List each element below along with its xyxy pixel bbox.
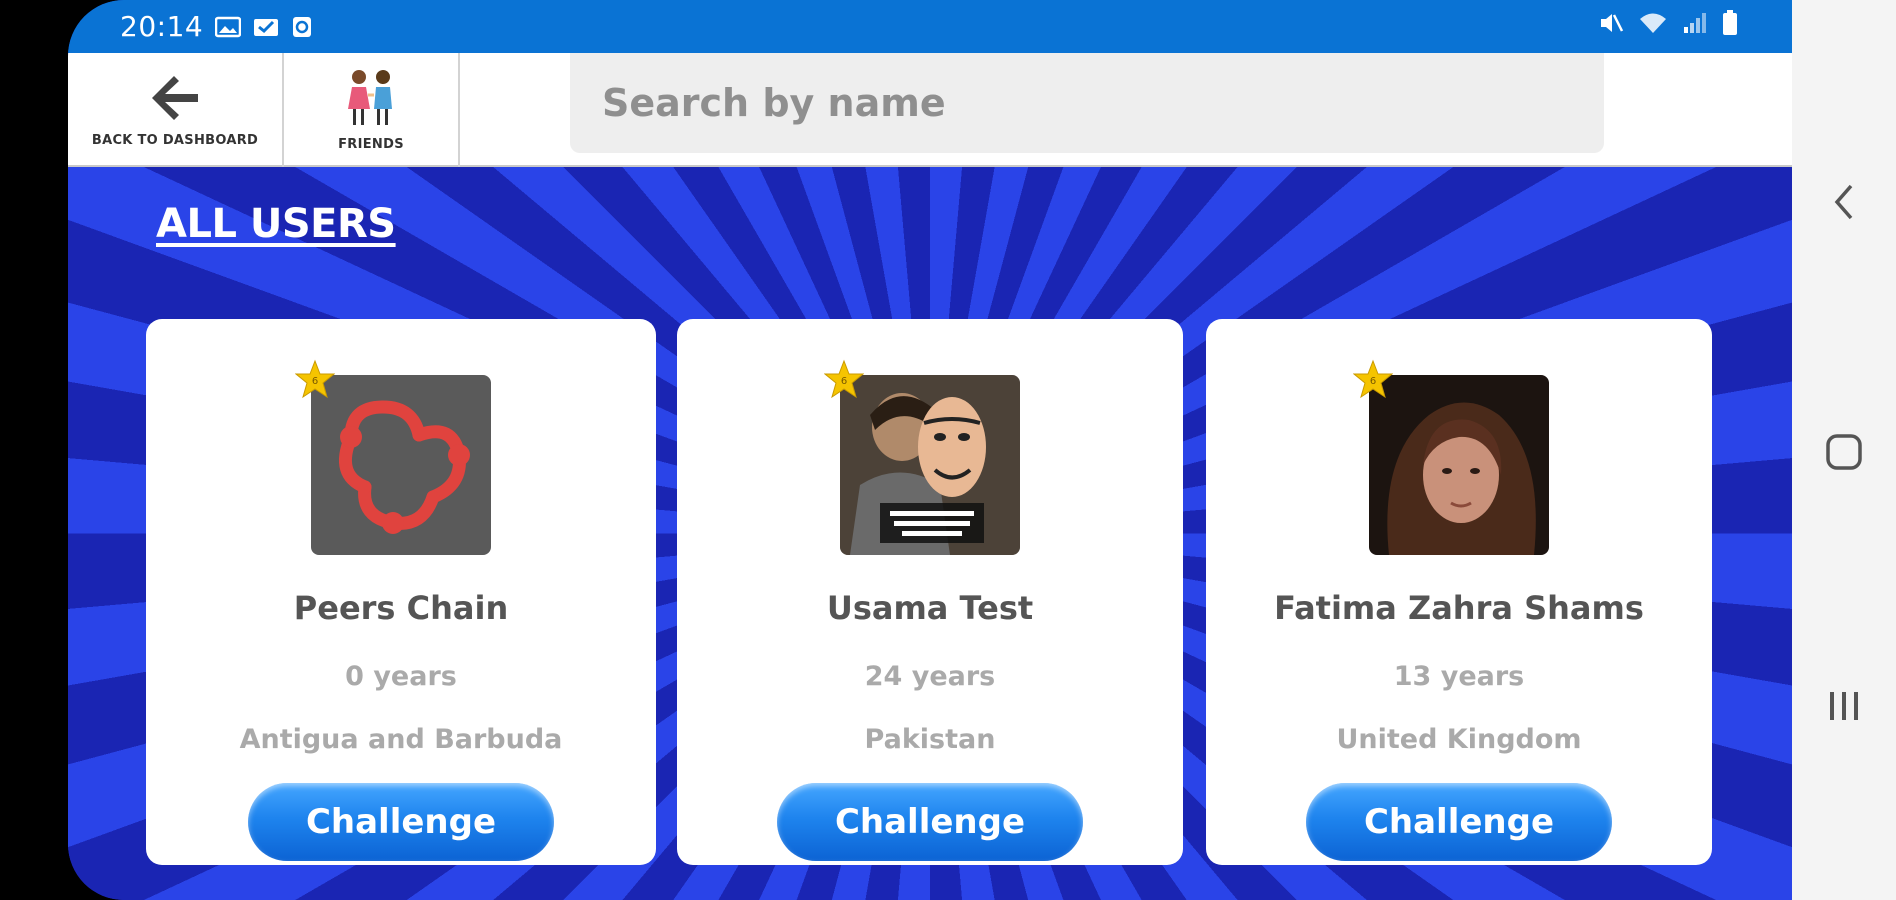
arrow-left-icon <box>148 73 202 127</box>
status-time: 20:14 <box>120 10 204 43</box>
user-card: 6 Usama Test 24 years Pakistan Challenge <box>677 319 1183 865</box>
svg-text:6: 6 <box>312 376 318 387</box>
challenge-button[interactable]: Challenge <box>777 783 1083 861</box>
friends-icon <box>340 69 402 131</box>
star-badge-icon: 6 <box>824 359 864 399</box>
avatar[interactable] <box>840 375 1020 555</box>
section-title: ALL USERS <box>156 201 396 247</box>
girl-portrait-photo <box>1369 375 1549 555</box>
status-bar: 20:14 <box>68 0 1792 53</box>
user-card: 6 Fatima Zahra Shams 13 years United Kin… <box>1206 319 1712 865</box>
avatar-container: 6 <box>824 359 1020 555</box>
user-country: United Kingdom <box>1336 724 1582 755</box>
users-panel: ALL USERS 6 Peers Chain 0 years Antigua … <box>68 167 1792 900</box>
star-badge-icon: 6 <box>1353 359 1393 399</box>
search-box[interactable] <box>570 53 1604 153</box>
mute-icon <box>1598 11 1624 39</box>
friends-button[interactable]: FRIENDS <box>284 53 460 167</box>
avatar-container: 6 <box>295 359 491 555</box>
user-name: Peers Chain <box>293 589 509 627</box>
masked-man-photo <box>840 375 1020 555</box>
peers-chain-logo <box>311 375 491 555</box>
svg-text:6: 6 <box>1370 376 1376 387</box>
chevron-left-icon <box>1834 184 1853 220</box>
mail-check-icon <box>253 16 279 38</box>
top-bar: BACK TO DASHBOARD FRIENDS <box>68 53 1792 167</box>
home-square-icon <box>1826 434 1862 470</box>
user-card: 6 Peers Chain 0 years Antigua and Barbud… <box>146 319 656 865</box>
svg-text:6: 6 <box>841 376 847 387</box>
user-name: Fatima Zahra Shams <box>1274 589 1644 627</box>
back-to-dashboard-button[interactable]: BACK TO DASHBOARD <box>68 53 284 167</box>
friends-label: FRIENDS <box>338 136 404 152</box>
user-country: Pakistan <box>864 724 996 755</box>
app-screen: 20:14 BACK TO DASHBOARD FRIENDS Search b… <box>68 0 1792 900</box>
back-nav-button[interactable] <box>1792 182 1896 222</box>
search-input[interactable] <box>602 81 1604 125</box>
challenge-button[interactable]: Challenge <box>1306 783 1612 861</box>
user-country: Antigua and Barbuda <box>239 724 563 755</box>
avatar[interactable] <box>311 375 491 555</box>
user-age: 24 years <box>864 661 996 692</box>
battery-icon <box>1722 10 1738 40</box>
avatar[interactable] <box>1369 375 1549 555</box>
signal-icon <box>1682 11 1708 39</box>
gallery-icon <box>214 16 242 38</box>
user-age: 0 years <box>345 661 457 692</box>
user-age: 13 years <box>1393 661 1525 692</box>
challenge-button[interactable]: Challenge <box>248 783 554 861</box>
app-notification-icon <box>291 16 317 38</box>
home-nav-button[interactable] <box>1792 432 1896 472</box>
avatar-container: 6 <box>1353 359 1549 555</box>
user-name: Usama Test <box>826 589 1034 627</box>
recents-nav-button[interactable] <box>1792 686 1896 726</box>
android-navigation-bar <box>1792 0 1896 900</box>
star-badge-icon: 6 <box>295 359 335 399</box>
wifi-icon <box>1638 11 1668 39</box>
back-to-dashboard-label: BACK TO DASHBOARD <box>91 132 259 148</box>
recents-icon <box>1830 692 1858 720</box>
